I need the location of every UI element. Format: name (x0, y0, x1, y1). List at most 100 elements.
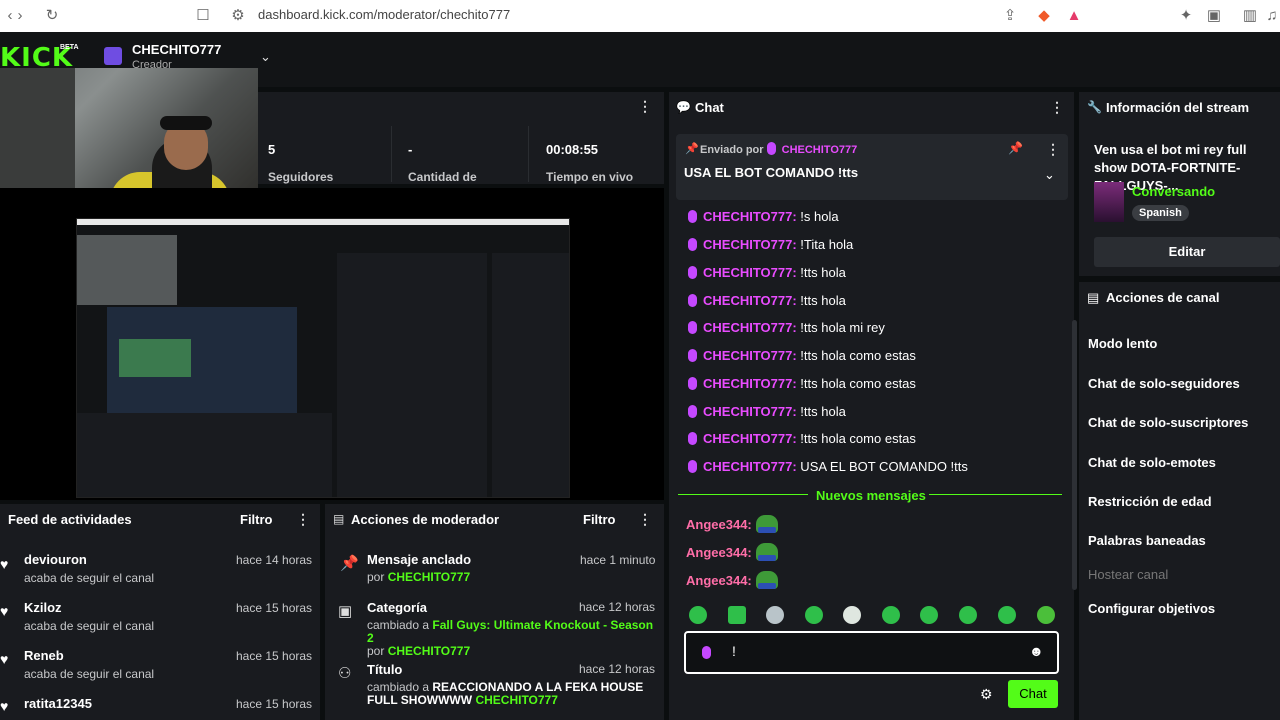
chat-text: !tts hola (796, 404, 846, 419)
reload-icon[interactable]: ↻ (42, 6, 62, 26)
chat-username[interactable]: CHECHITO777: (703, 431, 797, 446)
change-prefix: cambiado a (367, 680, 430, 694)
chevron-down-icon[interactable]: ⌄ (1044, 167, 1055, 183)
emote-icon[interactable] (805, 606, 823, 624)
address-bar[interactable]: dashboard.kick.com/moderator/chechito777 (258, 7, 510, 22)
forward-icon[interactable]: › (10, 6, 30, 26)
emote-icon[interactable] (766, 606, 784, 624)
sidebar-icon[interactable]: ▥ (1240, 6, 1260, 26)
emote-icon[interactable] (959, 606, 977, 624)
emote-icon[interactable] (920, 606, 938, 624)
chat-message[interactable]: CHECHITO777: !tts hola (688, 265, 846, 280)
pinned-username[interactable]: CHECHITO777 (782, 144, 858, 156)
chat-message[interactable]: CHECHITO777: !s hola (688, 209, 839, 224)
activity-filter-button[interactable]: Filtro (240, 512, 273, 527)
extensions-icon[interactable]: ✦ (1176, 6, 1196, 26)
brave-shield-icon[interactable]: ◆ (1034, 6, 1054, 26)
channel-avatar[interactable] (104, 47, 122, 65)
bookmark-icon[interactable]: ☐ (193, 6, 213, 26)
chat-message[interactable]: CHECHITO777: !tts hola como estas (688, 348, 916, 363)
chat-message[interactable]: Angee344: (686, 543, 778, 561)
chat-username[interactable]: Angee344: (686, 573, 752, 588)
moderator-name[interactable]: CHECHITO777 (388, 644, 470, 658)
more-icon[interactable]: ⋮ (1046, 141, 1060, 158)
rewards-icon[interactable]: ▲ (1064, 6, 1084, 26)
screenshot-icon[interactable]: ▣ (1204, 6, 1224, 26)
age-restriction-toggle[interactable]: Restricción de edad (1088, 494, 1212, 509)
chat-message[interactable]: CHECHITO777: !Tita hola (688, 237, 853, 252)
mod-filter-button[interactable]: Filtro (583, 512, 616, 527)
more-icon[interactable]: ⋮ (638, 511, 652, 528)
settings-icon[interactable]: ⚙ (980, 686, 993, 703)
pinned-text: USA EL BOT COMANDO !tts (684, 165, 859, 180)
emote-icon[interactable] (728, 606, 746, 624)
list-icon: ▤ (333, 512, 345, 526)
emotes-only-toggle[interactable]: Chat de solo-emotes (1088, 455, 1216, 470)
emote-icon[interactable] (882, 606, 900, 624)
follower-name[interactable]: Kziloz (24, 600, 62, 615)
chat-message[interactable]: Angee344: (686, 515, 778, 533)
chat-input-value[interactable]: ! (732, 643, 736, 659)
chat-message[interactable]: CHECHITO777: !tts hola (688, 293, 846, 308)
emoji-icon[interactable]: ☻ (1029, 643, 1044, 659)
chat-username[interactable]: CHECHITO777: (703, 320, 797, 335)
stream-info-title: Información del stream (1106, 100, 1250, 115)
category-icon: ▣ (338, 603, 353, 620)
chat-username[interactable]: CHECHITO777: (703, 459, 797, 474)
chat-message[interactable]: CHECHITO777: !tts hola como estas (688, 431, 916, 446)
chat-message[interactable]: CHECHITO777: !tts hola como estas (688, 376, 916, 391)
chat-username[interactable]: CHECHITO777: (703, 293, 797, 308)
chat-username[interactable]: CHECHITO777: (703, 237, 797, 252)
chat-send-button[interactable]: Chat (1008, 680, 1058, 708)
more-icon[interactable]: ⋮ (638, 98, 652, 115)
follower-name[interactable]: deviouron (24, 552, 87, 567)
chevron-down-icon[interactable]: ⌄ (260, 49, 271, 65)
moderator-name[interactable]: CHECHITO777 (388, 570, 470, 584)
unpin-icon[interactable]: 📌 (1008, 141, 1023, 155)
heart-icon: ♥ (0, 651, 9, 667)
feed-action: acaba de seguir el canal (24, 667, 155, 681)
chat-username[interactable]: CHECHITO777: (703, 265, 797, 280)
goals-button[interactable]: Configurar objetivos (1088, 601, 1215, 616)
share-icon[interactable]: ⇪ (1000, 6, 1020, 26)
edit-button[interactable]: Editar (1094, 237, 1280, 267)
followers-only-toggle[interactable]: Chat de solo-seguidores (1088, 376, 1240, 391)
moderator-name[interactable]: CHECHITO777 (475, 693, 557, 707)
wrench-icon: 🔧 (1087, 100, 1102, 114)
stat-viewers: - Cantidad de (391, 126, 528, 184)
chat-message[interactable]: CHECHITO777: !tts hola mi rey (688, 320, 885, 335)
music-icon[interactable]: ♫ (1262, 6, 1280, 26)
pinned-prefix: Enviado por (700, 144, 764, 156)
chat-message[interactable]: CHECHITO777: !tts hola (688, 404, 846, 419)
chat-username[interactable]: CHECHITO777: (703, 209, 797, 224)
banned-words-button[interactable]: Palabras baneadas (1088, 533, 1206, 548)
emote-icon[interactable] (1037, 606, 1055, 624)
follower-name[interactable]: ratita12345 (24, 696, 92, 711)
site-settings-icon[interactable]: ⚙ (228, 6, 248, 26)
subscribers-only-toggle[interactable]: Chat de solo-suscriptores (1088, 415, 1248, 430)
chat-username[interactable]: CHECHITO777: (703, 404, 797, 419)
follower-name[interactable]: Reneb (24, 648, 64, 663)
more-icon[interactable]: ⋮ (296, 511, 310, 528)
slow-mode-toggle[interactable]: Modo lento (1088, 336, 1157, 351)
stream-preview[interactable] (76, 218, 570, 498)
chat-message[interactable]: Angee344: (686, 571, 778, 589)
emote-icon[interactable] (998, 606, 1016, 624)
preview-sidebar (492, 253, 569, 497)
channel-name[interactable]: CHECHITO777 (132, 42, 221, 57)
emote-icon[interactable] (843, 606, 861, 624)
pin-icon: 📌 (685, 143, 699, 155)
chat-username[interactable]: Angee344: (686, 517, 752, 532)
stream-category[interactable]: Conversando (1132, 184, 1215, 199)
scrollbar[interactable] (1072, 320, 1077, 590)
pepe-emote (755, 543, 778, 561)
new-messages-label[interactable]: Nuevos mensajes (816, 488, 926, 503)
host-channel-button[interactable]: Hostear canal (1088, 567, 1168, 582)
chat-input[interactable] (684, 631, 1059, 674)
emote-icon[interactable] (689, 606, 707, 624)
more-icon[interactable]: ⋮ (1050, 99, 1064, 116)
chat-username[interactable]: Angee344: (686, 545, 752, 560)
chat-message[interactable]: CHECHITO777: USA EL BOT COMANDO !tts (688, 459, 968, 474)
chat-username[interactable]: CHECHITO777: (703, 376, 797, 391)
chat-username[interactable]: CHECHITO777: (703, 348, 797, 363)
